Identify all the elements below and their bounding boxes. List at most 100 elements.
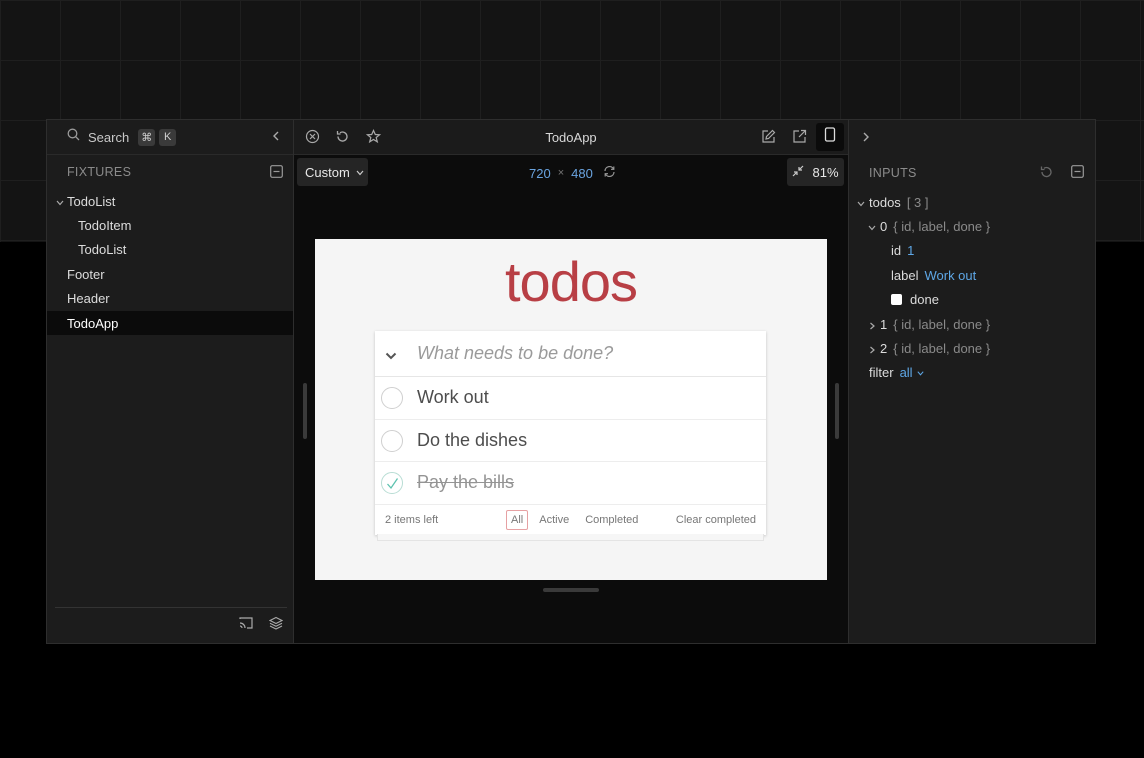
renderer-toolbar: TodoApp (294, 120, 848, 155)
new-todo-row: What needs to be done? (375, 331, 766, 377)
cast-icon[interactable] (239, 616, 253, 635)
todo-item: Pay the bills (375, 462, 766, 505)
input-row-todos[interactable]: todos [ 3 ] (849, 190, 1095, 214)
collapse-all-icon[interactable] (270, 165, 283, 181)
search-icon (67, 128, 80, 146)
viewport-height[interactable]: 480 (571, 166, 593, 181)
tree-item-label: Footer (67, 266, 105, 282)
rotate-icon[interactable] (603, 165, 616, 181)
input-value-id[interactable]: 1 (907, 243, 914, 258)
renderer-panel: TodoApp Custom 720 × 480 81% todos What … (294, 120, 849, 643)
inputs-tree: todos [ 3 ] 0 { id, label, done } id 1 l… (849, 190, 1095, 385)
input-row-done: done (849, 288, 1095, 312)
chevron-down-icon (856, 197, 866, 212)
viewport-width[interactable]: 720 (529, 166, 551, 181)
edit-icon[interactable] (761, 129, 776, 149)
input-meta: { id, label, done } (893, 341, 991, 357)
chevron-right-icon[interactable] (859, 130, 873, 149)
done-checkbox[interactable] (891, 294, 902, 306)
tree-item-label: Header (67, 291, 110, 307)
chevron-right-icon (867, 319, 877, 334)
input-meta: { id, label, done } (893, 219, 991, 235)
toggle-all-icon[interactable] (385, 348, 397, 366)
shrink-icon (792, 165, 804, 180)
input-key: label (891, 267, 919, 283)
tree-item-todolist[interactable]: TodoList (47, 238, 293, 262)
zoom-level: 81% (812, 164, 839, 180)
filter-all[interactable]: All (506, 509, 529, 530)
todo-label[interactable]: Do the dishes (417, 430, 527, 451)
input-row-filter: filter all (849, 361, 1095, 385)
input-key: 0 (880, 219, 888, 235)
tree-item-label: TodoList (78, 242, 127, 258)
checkmark-icon (385, 476, 400, 496)
resize-handle-left[interactable] (303, 383, 307, 439)
inputs-header: INPUTS (849, 155, 1095, 190)
reset-inputs-icon[interactable] (1039, 165, 1053, 182)
chevron-down-icon (867, 221, 877, 236)
tree-item-footer[interactable]: Footer (47, 262, 293, 286)
input-row-item-2[interactable]: 2 { id, label, done } (849, 336, 1095, 360)
collapse-all-icon[interactable] (1071, 165, 1084, 181)
responsive-toggle-button[interactable] (816, 123, 844, 151)
input-key: filter (869, 365, 894, 381)
filter-links: All Active Completed (506, 509, 643, 530)
tree-item-label: TodoApp (67, 315, 119, 331)
input-key: done (910, 292, 939, 308)
resize-handle-bottom[interactable] (543, 588, 599, 592)
inputs-panel: INPUTS todos [ 3 ] 0 { id, label, done}… (849, 120, 1095, 643)
input-value-label[interactable]: Work out (924, 268, 976, 283)
input-row-id: id 1 (849, 239, 1095, 263)
chevron-down-icon[interactable] (916, 366, 925, 381)
tree-item-header[interactable]: Header (47, 287, 293, 311)
fixtures-panel: Search ⌘ K FIXTURES TodoList TodoItem To… (47, 120, 294, 643)
fixture-tree: TodoList TodoItem TodoList Footer Header… (47, 189, 293, 336)
resize-handle-right[interactable] (835, 383, 839, 439)
todo-checkbox[interactable] (381, 429, 403, 452)
cosmos-window: Search ⌘ K FIXTURES TodoList TodoItem To… (46, 119, 1096, 644)
input-meta: { id, label, done } (893, 316, 991, 332)
input-row-item-1[interactable]: 1 { id, label, done } (849, 312, 1095, 336)
clear-completed-button[interactable]: Clear completed (676, 514, 756, 526)
chevron-left-icon[interactable] (269, 129, 283, 148)
filter-completed[interactable]: Completed (580, 510, 643, 530)
input-row-item-0[interactable]: 0 { id, label, done } (849, 214, 1095, 238)
viewport-bar: Custom 720 × 480 81% (294, 155, 848, 190)
viewport-dimensions[interactable]: 720 × 480 (529, 165, 616, 181)
preview-stage: todos What needs to be done? Work out Do… (315, 239, 827, 580)
input-meta: [ 3 ] (906, 194, 929, 210)
chevron-down-icon (355, 166, 365, 181)
input-row-label: label Work out (849, 263, 1095, 287)
inputs-title: INPUTS (869, 165, 917, 180)
layers-icon[interactable] (268, 616, 284, 635)
new-todo-input[interactable]: What needs to be done? (417, 343, 613, 364)
search-bar[interactable]: Search ⌘ K (47, 120, 293, 155)
tree-item-label: TodoList (67, 193, 116, 209)
todo-label[interactable]: Pay the bills (417, 472, 514, 493)
todo-label[interactable]: Work out (417, 387, 489, 408)
external-link-icon[interactable] (792, 129, 807, 149)
left-footer (55, 607, 287, 643)
viewport-preset-label: Custom (305, 164, 350, 180)
fixtures-header: FIXTURES (47, 155, 293, 189)
tree-item-todoapp[interactable]: TodoApp (47, 310, 293, 336)
chevron-right-icon (867, 343, 877, 358)
fixtures-title: FIXTURES (67, 165, 132, 179)
input-key: 2 (880, 341, 888, 357)
input-key: id (891, 243, 902, 259)
tree-item-label: TodoItem (78, 218, 132, 234)
todo-footer: 2 items left All Active Completed Clear … (375, 505, 766, 535)
zoom-button[interactable]: 81% (787, 158, 844, 186)
todo-card: What needs to be done? Work out Do the d… (375, 331, 766, 541)
tree-item-todolist-folder[interactable]: TodoList (47, 189, 293, 213)
search-label[interactable]: Search (88, 130, 129, 145)
todo-checkbox-checked[interactable] (381, 472, 403, 494)
todo-checkbox[interactable] (381, 387, 403, 409)
todo-item: Do the dishes (375, 420, 766, 462)
todo-item: Work out (375, 377, 766, 420)
tree-item-todoitem[interactable]: TodoItem (47, 213, 293, 237)
filter-select[interactable]: all (900, 365, 913, 380)
viewport-preset-select[interactable]: Custom (297, 158, 368, 186)
filter-active[interactable]: Active (534, 510, 574, 530)
todos-heading: todos (505, 250, 638, 313)
